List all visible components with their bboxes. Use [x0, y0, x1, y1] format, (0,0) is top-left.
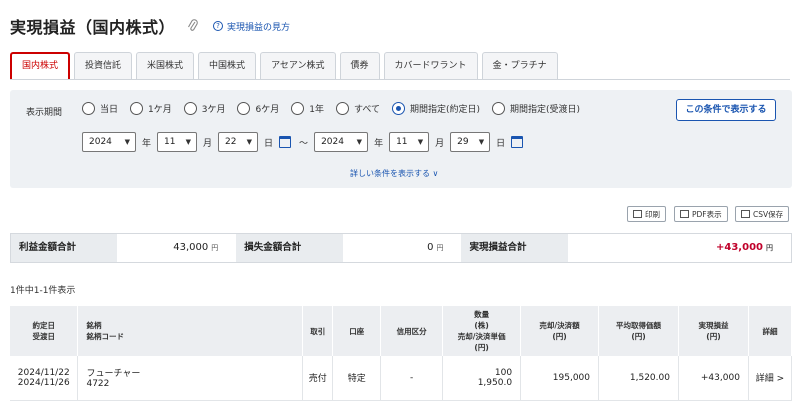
- help-link-label: 実現損益の見方: [227, 22, 291, 33]
- csv-button[interactable]: CSV保存: [735, 206, 790, 222]
- tab-gold-platinum[interactable]: 金・プラチナ: [481, 52, 558, 79]
- from-month-select[interactable]: 11 ▼: [157, 132, 198, 152]
- radio-all[interactable]: すべて: [335, 102, 380, 115]
- to-day-select[interactable]: 29 ▼: [450, 132, 491, 152]
- detail-link[interactable]: 詳細 >: [748, 356, 793, 401]
- cost-cell: 1,520.00: [598, 356, 679, 401]
- account-cell: 特定: [332, 356, 382, 401]
- credit-cell: -: [380, 356, 444, 401]
- paperclip-icon[interactable]: [187, 19, 199, 33]
- tab-china-stock[interactable]: 中国株式: [198, 52, 257, 79]
- loss-total-value: 0円: [427, 242, 444, 253]
- tab-investment-trust[interactable]: 投資信託: [74, 52, 133, 79]
- col-account: 口座: [332, 306, 382, 356]
- help-link[interactable]: ? 実現損益の見方: [213, 20, 290, 33]
- period-label: 表示期間: [26, 108, 63, 118]
- radio-3months[interactable]: 3ケ月: [183, 102, 225, 115]
- realized-total-label: 実現損益合計: [461, 234, 568, 262]
- radio-1month[interactable]: 1ケ月: [130, 102, 172, 115]
- col-pl: 実現損益 (円): [678, 306, 749, 356]
- radio-range-trade-date[interactable]: 期間指定(約定日): [391, 102, 480, 115]
- quantity-cell: 100 1,950.0: [442, 356, 522, 401]
- pdf-button[interactable]: PDF表示: [674, 206, 728, 222]
- to-month-select[interactable]: 11 ▼: [389, 132, 430, 152]
- tab-covered-warrant[interactable]: カバードワラント: [383, 52, 478, 79]
- tab-asean-stock[interactable]: アセアン株式: [260, 52, 336, 79]
- page-title: 実現損益（国内株式）: [10, 18, 176, 37]
- profit-total-value: 43,000 円: [173, 242, 219, 253]
- pl-cell: +43,000: [678, 356, 749, 401]
- profit-total-label: 利益金額合計: [11, 234, 118, 262]
- print-button[interactable]: 印刷: [627, 206, 666, 222]
- from-day-select[interactable]: 22 ▼: [218, 132, 259, 152]
- col-detail: 詳細: [748, 306, 793, 356]
- realized-pl-table: 約定日 受渡日 銘柄 銘柄コード 取引 口座 信用区分 数量 (株) 売却/決済単価 (円…: [10, 306, 793, 401]
- condition-panel: 表示期間 当日 1ケ月 3ケ月 6ケ月 1年 すべて 期間指定(約定日) 期間指…: [10, 90, 792, 188]
- show-more-conditions-link[interactable]: 詳しい条件を表示する ∨: [350, 168, 438, 179]
- calendar-icon[interactable]: [511, 136, 524, 148]
- calendar-icon[interactable]: [279, 136, 292, 148]
- page-header: 実現損益（国内株式） ? 実現損益の見方: [10, 14, 290, 38]
- col-credit: 信用区分: [380, 306, 444, 356]
- summary-bar: 利益金額合計 43,000 円 損失金額合計 0円 実現損益合計 +43,000 円: [10, 233, 792, 263]
- result-count: 1件中1-1件表示: [10, 286, 76, 296]
- realized-total-value: +43,000 円: [567, 234, 791, 262]
- security-cell: フューチャー 4722: [77, 356, 304, 401]
- apply-conditions-button[interactable]: この条件で表示する: [676, 99, 776, 121]
- tab-bond[interactable]: 債券: [339, 52, 380, 79]
- radio-today[interactable]: 当日: [82, 102, 118, 115]
- radio-range-settle-date[interactable]: 期間指定(受渡日): [492, 102, 580, 115]
- radio-6months[interactable]: 6ケ月: [237, 102, 279, 115]
- from-year-select[interactable]: 2024 ▼: [82, 132, 136, 152]
- col-quantity: 数量 (株) 売却/決済単価 (円): [442, 306, 522, 356]
- table-header-row: 約定日 受渡日 銘柄 銘柄コード 取引 口座 信用区分 数量 (株) 売却/決済単価 (円…: [10, 306, 793, 356]
- col-cost: 平均取得価額 (円): [598, 306, 679, 356]
- loss-total-label: 損失金額合計: [236, 234, 343, 262]
- market-tabs: 国内株式 投資信託 米国株式 中国株式 アセアン株式 債券 カバードワラント 金…: [10, 52, 562, 79]
- date-range: 2024 ▼ 年 11 ▼ 月 22 ▼ 日 ～ 2024 ▼ 年 11 ▼ 月 29 ▼ …: [82, 132, 531, 152]
- tab-divider: [10, 79, 790, 80]
- trade-cell: 売付: [302, 356, 334, 401]
- radio-1year[interactable]: 1年: [291, 102, 324, 115]
- col-trade: 取引: [302, 306, 334, 356]
- table-row: 2024/11/22 2024/11/26 フューチャー 4722 売付 特定 - …: [10, 356, 793, 401]
- col-dates: 約定日 受渡日: [10, 306, 79, 356]
- question-icon: ?: [213, 21, 224, 31]
- sale-cell: 195,000: [520, 356, 600, 401]
- csv-icon: [741, 210, 750, 218]
- col-security: 銘柄 銘柄コード: [77, 306, 304, 356]
- pdf-icon: [680, 210, 689, 218]
- tab-domestic-stock[interactable]: 国内株式: [10, 52, 71, 79]
- col-sale: 売却/決済額 (円): [520, 306, 600, 356]
- tab-us-stock[interactable]: 米国株式: [136, 52, 195, 79]
- printer-icon: [633, 210, 642, 218]
- dates-cell: 2024/11/22 2024/11/26: [10, 356, 79, 401]
- to-year-select[interactable]: 2024 ▼: [314, 132, 369, 152]
- period-radio-group: 当日 1ケ月 3ケ月 6ケ月 1年 すべて 期間指定(約定日) 期間指定(受渡日…: [82, 102, 592, 115]
